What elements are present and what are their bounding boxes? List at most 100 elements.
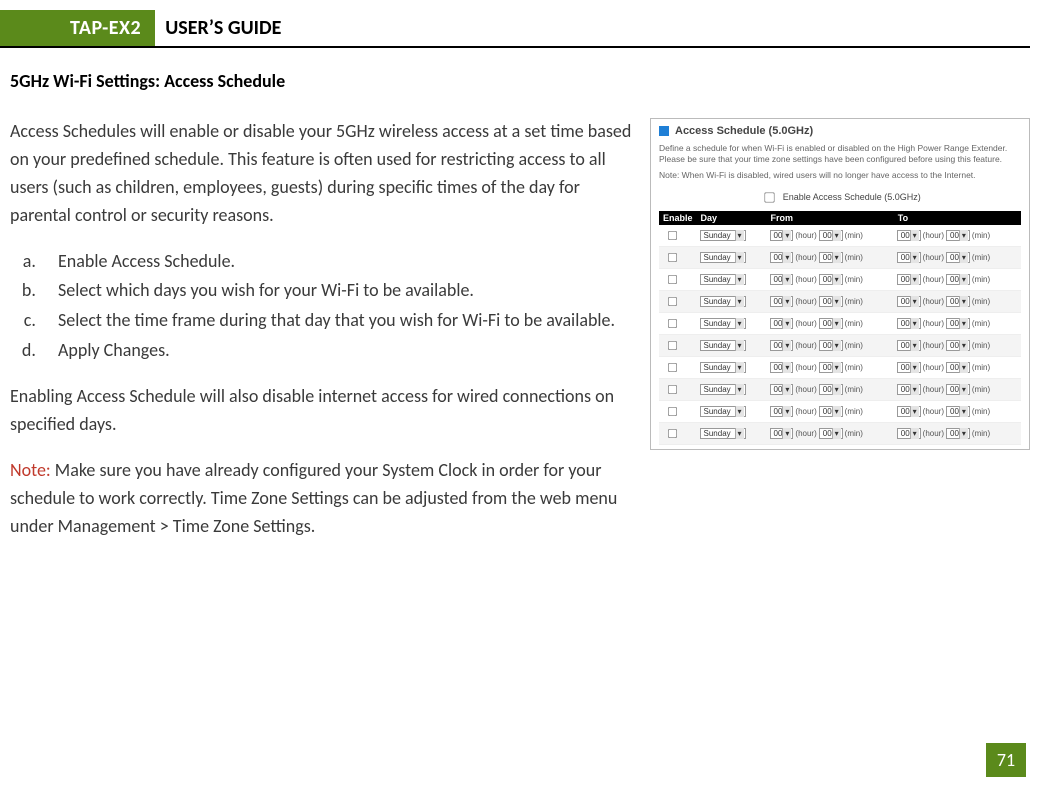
row-enable-checkbox[interactable] <box>668 429 677 438</box>
min-label: (min) <box>972 231 990 240</box>
from-hour-select[interactable]: 00 <box>770 296 794 307</box>
col-enable: Enable <box>659 211 697 225</box>
to-hour-select[interactable]: 00 <box>897 274 921 285</box>
day-select[interactable]: Sunday <box>700 362 746 373</box>
from-min-select[interactable]: 00 <box>819 384 843 395</box>
row-enable-checkbox[interactable] <box>668 297 677 306</box>
min-label: (min) <box>972 253 990 262</box>
hour-label: (hour) <box>923 407 944 416</box>
row-enable-checkbox[interactable] <box>668 231 677 240</box>
from-min-select[interactable]: 00 <box>819 318 843 329</box>
hour-label: (hour) <box>795 341 816 350</box>
col-day: Day <box>697 211 767 225</box>
from-hour-select[interactable]: 00 <box>770 406 794 417</box>
hour-label: (hour) <box>795 385 816 394</box>
to-hour-select[interactable]: 00 <box>897 252 921 263</box>
step-item: Apply Changes. <box>40 337 634 365</box>
hour-label: (hour) <box>923 275 944 284</box>
day-select[interactable]: Sunday <box>700 252 746 263</box>
day-select[interactable]: Sunday <box>700 318 746 329</box>
min-label: (min) <box>972 341 990 350</box>
min-label: (min) <box>845 275 863 284</box>
min-label: (min) <box>972 363 990 372</box>
row-enable-checkbox[interactable] <box>668 275 677 284</box>
table-row: Sunday00(hour)00(min)00(hour)00(min) <box>659 247 1021 269</box>
to-hour-select[interactable]: 00 <box>897 406 921 417</box>
row-enable-checkbox[interactable] <box>668 253 677 262</box>
from-hour-select[interactable]: 00 <box>770 384 794 395</box>
to-min-select[interactable]: 00 <box>946 362 970 373</box>
day-select[interactable]: Sunday <box>700 340 746 351</box>
min-label: (min) <box>972 275 990 284</box>
row-enable-checkbox[interactable] <box>668 385 677 394</box>
from-min-select[interactable]: 00 <box>819 230 843 241</box>
product-badge: TAP-EX2 <box>0 10 155 46</box>
note-body: Make sure you have already configured yo… <box>10 459 617 537</box>
day-select[interactable]: Sunday <box>700 296 746 307</box>
page-body: 5GHz Wi-Fi Settings: Access Schedule Acc… <box>0 48 1042 559</box>
from-min-select[interactable]: 00 <box>819 406 843 417</box>
table-row: Sunday00(hour)00(min)00(hour)00(min) <box>659 423 1021 445</box>
to-hour-select[interactable]: 00 <box>897 318 921 329</box>
day-select[interactable]: Sunday <box>700 230 746 241</box>
from-hour-select[interactable]: 00 <box>770 318 794 329</box>
to-hour-select[interactable]: 00 <box>897 384 921 395</box>
row-enable-checkbox[interactable] <box>668 407 677 416</box>
from-min-select[interactable]: 00 <box>819 340 843 351</box>
hour-label: (hour) <box>923 363 944 372</box>
note-label: Note: <box>10 459 51 481</box>
from-min-select[interactable]: 00 <box>819 274 843 285</box>
to-hour-select[interactable]: 00 <box>897 362 921 373</box>
from-hour-select[interactable]: 00 <box>770 230 794 241</box>
hour-label: (hour) <box>795 429 816 438</box>
to-hour-select[interactable]: 00 <box>897 230 921 241</box>
table-row: Sunday00(hour)00(min)00(hour)00(min) <box>659 357 1021 379</box>
from-min-select[interactable]: 00 <box>819 362 843 373</box>
to-hour-select[interactable]: 00 <box>897 428 921 439</box>
min-label: (min) <box>972 319 990 328</box>
day-select[interactable]: Sunday <box>700 384 746 395</box>
table-row: Sunday00(hour)00(min)00(hour)00(min) <box>659 335 1021 357</box>
hour-label: (hour) <box>795 253 816 262</box>
to-min-select[interactable]: 00 <box>946 384 970 395</box>
from-hour-select[interactable]: 00 <box>770 340 794 351</box>
panel-title: Access Schedule (5.0GHz) <box>675 125 813 137</box>
from-min-select[interactable]: 00 <box>819 428 843 439</box>
day-select[interactable]: Sunday <box>700 274 746 285</box>
to-min-select[interactable]: 00 <box>946 230 970 241</box>
to-min-select[interactable]: 00 <box>946 340 970 351</box>
table-row: Sunday00(hour)00(min)00(hour)00(min) <box>659 313 1021 335</box>
enable-schedule-checkbox[interactable] <box>765 193 775 203</box>
col-from: From <box>767 211 894 225</box>
to-min-select[interactable]: 00 <box>946 252 970 263</box>
row-enable-checkbox[interactable] <box>668 363 677 372</box>
day-select[interactable]: Sunday <box>700 406 746 417</box>
table-row: Sunday00(hour)00(min)00(hour)00(min) <box>659 291 1021 313</box>
to-min-select[interactable]: 00 <box>946 406 970 417</box>
intro-paragraph: Access Schedules will enable or disable … <box>10 118 634 230</box>
tail-paragraph: Enabling Access Schedule will also disab… <box>10 383 634 439</box>
min-label: (min) <box>972 385 990 394</box>
to-min-select[interactable]: 00 <box>946 318 970 329</box>
to-hour-select[interactable]: 00 <box>897 296 921 307</box>
to-min-select[interactable]: 00 <box>946 296 970 307</box>
panel-description: Define a schedule for when Wi-Fi is enab… <box>659 143 1021 164</box>
table-row: Sunday00(hour)00(min)00(hour)00(min) <box>659 401 1021 423</box>
row-enable-checkbox[interactable] <box>668 341 677 350</box>
to-min-select[interactable]: 00 <box>946 428 970 439</box>
from-hour-select[interactable]: 00 <box>770 274 794 285</box>
from-min-select[interactable]: 00 <box>819 296 843 307</box>
day-select[interactable]: Sunday <box>700 428 746 439</box>
from-min-select[interactable]: 00 <box>819 252 843 263</box>
min-label: (min) <box>845 363 863 372</box>
hour-label: (hour) <box>923 253 944 262</box>
to-min-select[interactable]: 00 <box>946 274 970 285</box>
to-hour-select[interactable]: 00 <box>897 340 921 351</box>
from-hour-select[interactable]: 00 <box>770 428 794 439</box>
from-hour-select[interactable]: 00 <box>770 252 794 263</box>
from-hour-select[interactable]: 00 <box>770 362 794 373</box>
row-enable-checkbox[interactable] <box>668 319 677 328</box>
min-label: (min) <box>845 429 863 438</box>
hour-label: (hour) <box>923 429 944 438</box>
hour-label: (hour) <box>923 341 944 350</box>
